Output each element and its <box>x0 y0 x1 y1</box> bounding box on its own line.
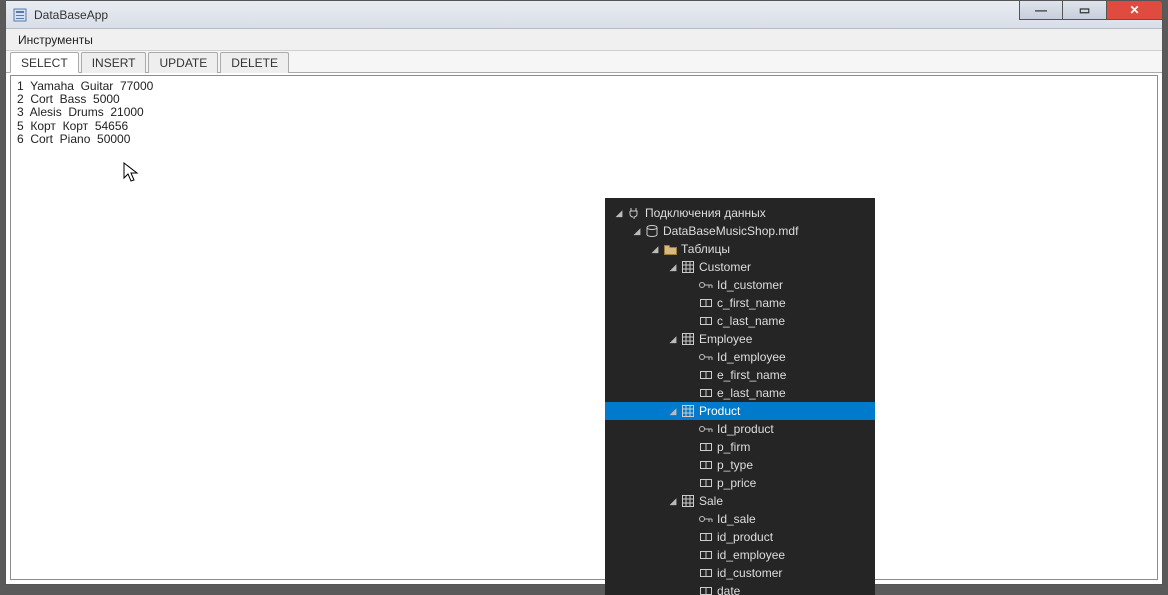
tabstrip: SELECTINSERTUPDATEDELETE <box>6 51 1162 73</box>
col-icon <box>699 566 713 580</box>
expander-icon[interactable]: ◢ <box>667 496 679 507</box>
col-icon <box>699 584 713 595</box>
table-icon <box>681 260 695 274</box>
tree-node[interactable]: Id_employee <box>605 348 875 366</box>
tab-delete[interactable]: DELETE <box>220 52 289 73</box>
key-icon <box>699 512 713 526</box>
tree-node-label: Product <box>699 404 740 418</box>
tree-node[interactable]: ◢ Sale <box>605 492 875 510</box>
col-icon <box>699 314 713 328</box>
window-title: DataBaseApp <box>34 8 108 22</box>
titlebar[interactable]: DataBaseApp — ▭ ✕ <box>6 1 1162 29</box>
tree-node-label: p_price <box>717 476 756 490</box>
tree-node[interactable]: e_first_name <box>605 366 875 384</box>
tree-node[interactable]: ◢ Product <box>605 402 875 420</box>
tree-node-label: id_product <box>717 530 773 544</box>
tree-node-label: e_first_name <box>717 368 786 382</box>
col-icon <box>699 476 713 490</box>
col-icon <box>699 440 713 454</box>
expander-icon[interactable]: ◢ <box>667 406 679 417</box>
window-buttons: — ▭ ✕ <box>1019 0 1163 20</box>
tree-node[interactable]: p_price <box>605 474 875 492</box>
expander-icon[interactable]: ◢ <box>649 244 661 255</box>
tree-node-label: Id_product <box>717 422 774 436</box>
tree-node[interactable]: Id_sale <box>605 510 875 528</box>
expander-icon[interactable]: ◢ <box>667 262 679 273</box>
tree-node-label: Employee <box>699 332 752 346</box>
tree-node[interactable]: c_first_name <box>605 294 875 312</box>
tree-node-label: p_firm <box>717 440 750 454</box>
expander-icon[interactable]: ◢ <box>631 226 643 237</box>
result-row: 5 Корт Корт 54656 <box>17 120 1151 133</box>
server-explorer-panel: ◢Подключения данных◢DataBaseMusicShop.md… <box>605 198 875 595</box>
minimize-button[interactable]: — <box>1019 0 1063 20</box>
tree-node-label: c_last_name <box>717 314 785 328</box>
tree-node-label: DataBaseMusicShop.mdf <box>663 224 798 238</box>
tree-node[interactable]: ◢ Подключения данных <box>605 204 875 222</box>
tab-update[interactable]: UPDATE <box>148 52 218 73</box>
tree-node-label: e_last_name <box>717 386 786 400</box>
key-icon <box>699 350 713 364</box>
folder-icon <box>663 242 677 256</box>
tree-node[interactable]: date <box>605 582 875 595</box>
col-icon <box>699 458 713 472</box>
col-icon <box>699 530 713 544</box>
table-icon <box>681 404 695 418</box>
tree-node[interactable]: id_employee <box>605 546 875 564</box>
output-area: 1 Yamaha Guitar 770002 Cort Bass 50003 A… <box>10 75 1158 580</box>
key-icon <box>699 278 713 292</box>
tree-node[interactable]: p_firm <box>605 438 875 456</box>
tab-insert[interactable]: INSERT <box>81 52 147 73</box>
app-icon <box>12 7 28 23</box>
tree-node-label: p_type <box>717 458 753 472</box>
tree-node-label: c_first_name <box>717 296 786 310</box>
tree-node[interactable]: Id_customer <box>605 276 875 294</box>
tree-node[interactable]: p_type <box>605 456 875 474</box>
result-row: 6 Cort Piano 50000 <box>17 133 1151 146</box>
tree-node-label: Id_employee <box>717 350 786 364</box>
tree-node-label: Sale <box>699 494 723 508</box>
menubar: Инструменты <box>6 29 1162 51</box>
tree-node-label: id_employee <box>717 548 785 562</box>
col-icon <box>699 548 713 562</box>
result-row: 3 Alesis Drums 21000 <box>17 106 1151 119</box>
table-icon <box>681 332 695 346</box>
tree-node-label: Id_customer <box>717 278 783 292</box>
col-icon <box>699 386 713 400</box>
tree-node-label: date <box>717 584 740 595</box>
tree-node-label: Id_sale <box>717 512 756 526</box>
db-icon <box>645 224 659 238</box>
result-row: 2 Cort Bass 5000 <box>17 93 1151 106</box>
close-button[interactable]: ✕ <box>1107 0 1163 20</box>
menu-tools[interactable]: Инструменты <box>10 31 101 49</box>
col-icon <box>699 296 713 310</box>
col-icon <box>699 368 713 382</box>
expander-icon[interactable]: ◢ <box>613 208 625 219</box>
tree-node[interactable]: c_last_name <box>605 312 875 330</box>
tree-node-label: Customer <box>699 260 751 274</box>
tree-node[interactable]: ◢ Customer <box>605 258 875 276</box>
tree-node[interactable]: Id_product <box>605 420 875 438</box>
expander-icon[interactable]: ◢ <box>667 334 679 345</box>
tree-node-label: Подключения данных <box>645 206 766 220</box>
tree-node-label: id_customer <box>717 566 782 580</box>
tab-select[interactable]: SELECT <box>10 52 79 73</box>
tree-node[interactable]: ◢ Employee <box>605 330 875 348</box>
tree-node[interactable]: id_product <box>605 528 875 546</box>
app-window: DataBaseApp — ▭ ✕ Инструменты SELECTINSE… <box>5 0 1163 585</box>
tree-node[interactable]: id_customer <box>605 564 875 582</box>
tree-node-label: Таблицы <box>681 242 730 256</box>
tree-node[interactable]: e_last_name <box>605 384 875 402</box>
tree-node[interactable]: ◢ Таблицы <box>605 240 875 258</box>
tree-node[interactable]: ◢ DataBaseMusicShop.mdf <box>605 222 875 240</box>
maximize-button[interactable]: ▭ <box>1063 0 1107 20</box>
key-icon <box>699 422 713 436</box>
result-row: 1 Yamaha Guitar 77000 <box>17 80 1151 93</box>
table-icon <box>681 494 695 508</box>
plug-icon <box>627 206 641 220</box>
